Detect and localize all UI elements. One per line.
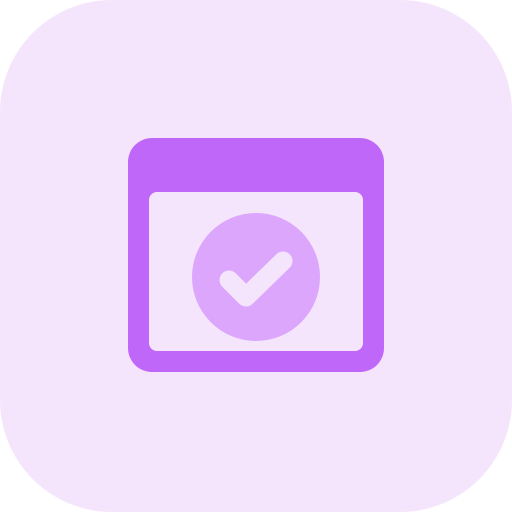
icon-canvas: [0, 0, 512, 512]
browser-window-check-icon: [128, 138, 384, 372]
